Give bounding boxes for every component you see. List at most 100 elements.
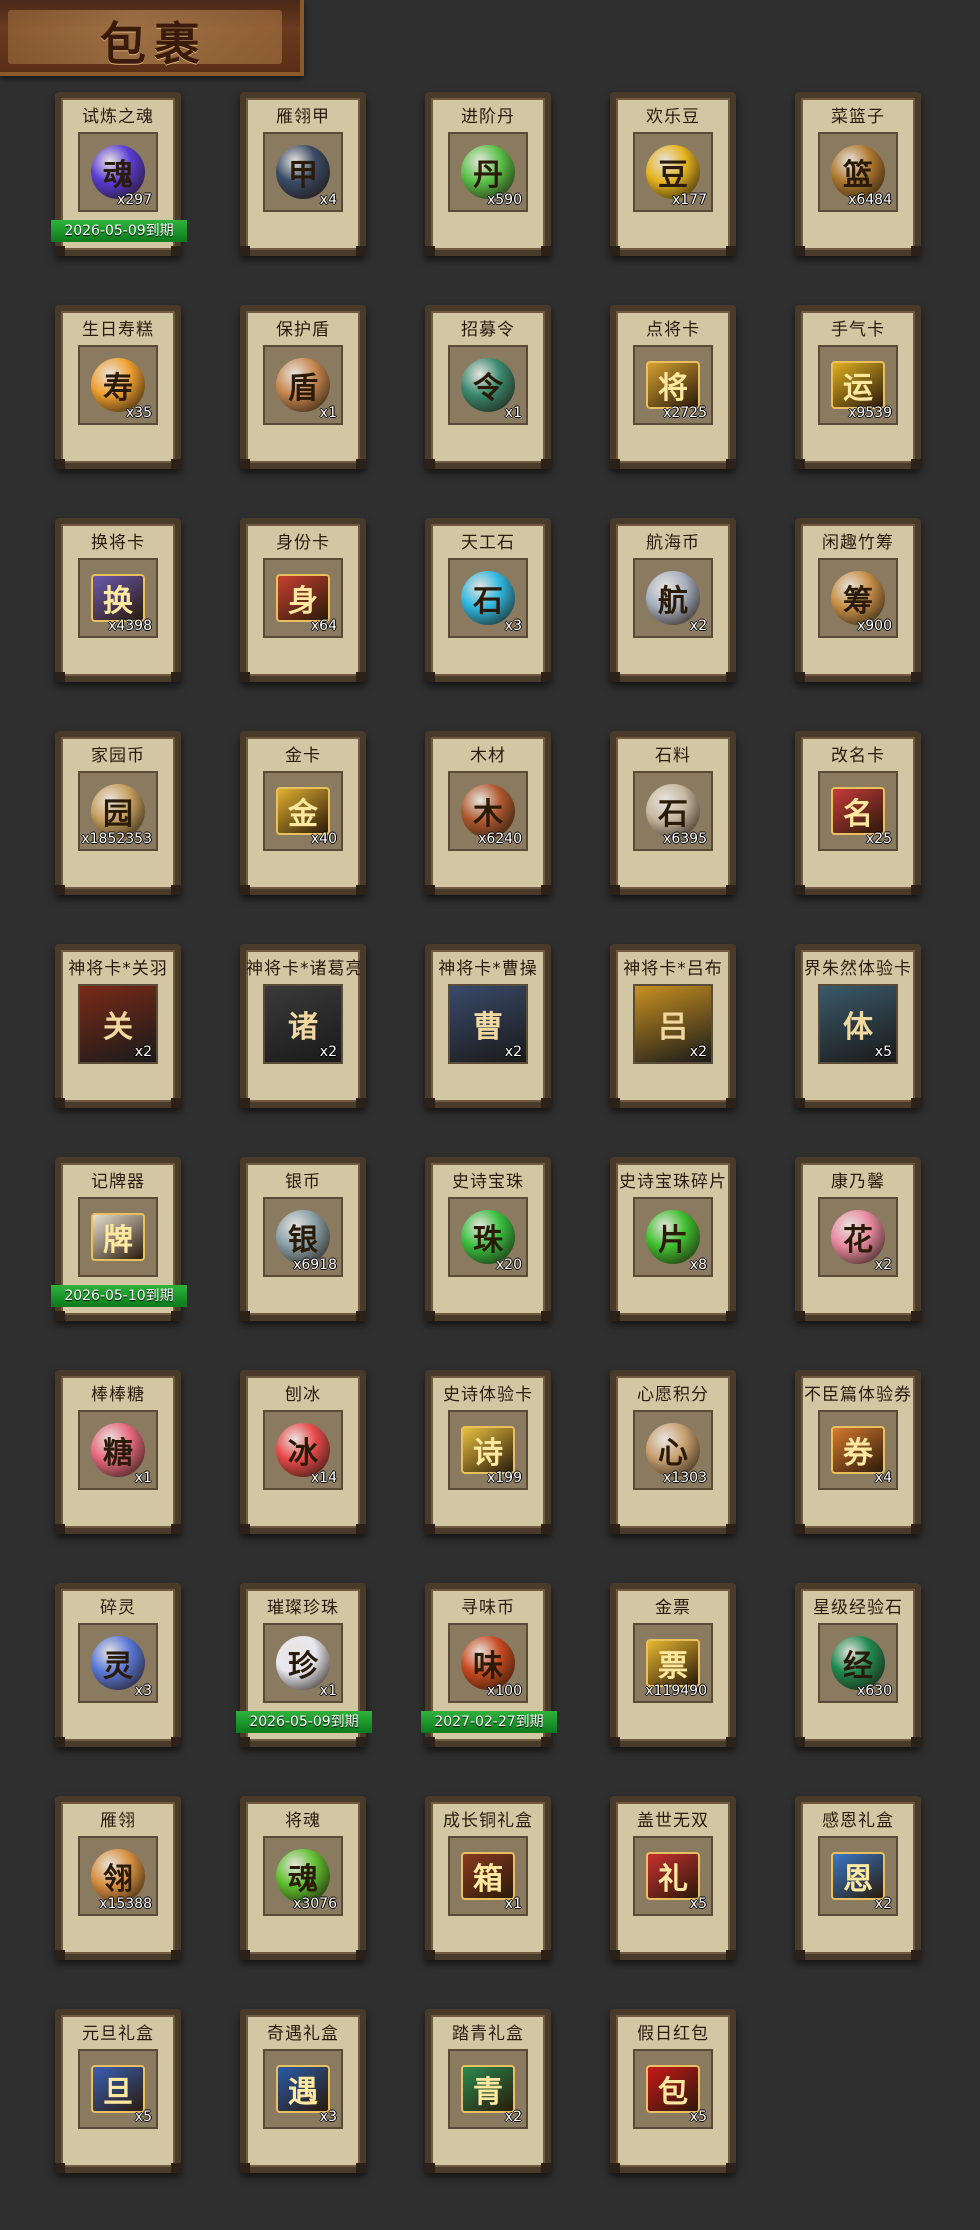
item-card[interactable]: 雁翎甲甲 x4 — [240, 92, 366, 256]
item-card[interactable]: 将魂魂 x3076 — [240, 1796, 366, 1960]
item-card[interactable]: 棒棒糖糖 x1 — [55, 1370, 181, 1534]
item-card[interactable]: 金卡金 x40 — [240, 731, 366, 895]
item-icon-slot: 魂 x3076 — [263, 1836, 343, 1916]
item-name: 假日红包 — [637, 2024, 709, 2044]
icon-shape: 石 — [646, 784, 700, 838]
icon-shape: 牌 — [91, 1213, 145, 1261]
item-card[interactable]: 盖世无双礼 x5 — [610, 1796, 736, 1960]
item-card[interactable]: 家园币园 x1852353 — [55, 731, 181, 895]
item-card[interactable]: 闲趣竹筹筹 x900 — [795, 518, 921, 682]
item-count: x119490 — [645, 1683, 707, 1699]
item-icon-slot: 灵 x3 — [78, 1623, 158, 1703]
item-card[interactable]: 碎灵灵 x3 — [55, 1583, 181, 1747]
item-card[interactable]: 璀璨珍珠珍 x1 2026-05-09到期 — [236, 1583, 372, 1747]
item-card[interactable]: 成长铜礼盒箱 x1 — [425, 1796, 551, 1960]
item-name: 家园币 — [91, 746, 145, 766]
icon-shape: 珍 — [276, 1636, 330, 1690]
icon-shape: 翎 — [91, 1849, 145, 1903]
item-card[interactable]: 界朱然体验卡体 x5 — [795, 944, 921, 1108]
icon-shape: 经 — [831, 1636, 885, 1690]
item-count: x1 — [319, 405, 337, 421]
item-card[interactable]: 银币银 x6918 — [240, 1157, 366, 1321]
item-name: 盖世无双 — [637, 1811, 709, 1831]
item-card[interactable]: 改名卡名 x25 — [795, 731, 921, 895]
icon-shape: 银 — [276, 1210, 330, 1264]
item-card[interactable]: 记牌器牌 2026-05-10到期 — [51, 1157, 187, 1321]
item-card[interactable]: 神将卡*关羽关 x2 — [55, 944, 181, 1108]
item-card[interactable]: 星级经验石经 x630 — [795, 1583, 921, 1747]
item-card[interactable]: 康乃馨花 x2 — [795, 1157, 921, 1321]
item-card[interactable]: 航海币航 x2 — [610, 518, 736, 682]
item-name: 木材 — [470, 746, 506, 766]
item-card[interactable]: 雁翎翎 x15388 — [55, 1796, 181, 1960]
item-icon-slot: 园 x1852353 — [78, 771, 158, 851]
item-card[interactable]: 天工石石 x3 — [425, 518, 551, 682]
icon-shape: 味 — [461, 1636, 515, 1690]
item-card[interactable]: 刨冰冰 x14 — [240, 1370, 366, 1534]
icon-shape: 遇 — [276, 2065, 330, 2113]
item-card[interactable]: 元旦礼盒旦 x5 — [55, 2009, 181, 2173]
item-card[interactable]: 金票票 x119490 — [610, 1583, 736, 1747]
item-card[interactable]: 史诗体验卡诗 x199 — [425, 1370, 551, 1534]
icon-shape: 心 — [646, 1423, 700, 1477]
item-count: x1852353 — [81, 831, 152, 847]
item-name: 史诗体验卡 — [443, 1385, 533, 1405]
item-card[interactable]: 进阶丹丹 x590 — [425, 92, 551, 256]
icon-shape: 礼 — [646, 1852, 700, 1900]
item-count: x2 — [874, 1257, 892, 1273]
item-card[interactable]: 保护盾盾 x1 — [240, 305, 366, 469]
item-card[interactable]: 招募令令 x1 — [425, 305, 551, 469]
item-count: x630 — [856, 1683, 892, 1699]
item-icon-slot: 身 x64 — [263, 558, 343, 638]
item-count: x2 — [134, 1044, 152, 1060]
item-name: 改名卡 — [831, 746, 885, 766]
icon-shape: 券 — [831, 1426, 885, 1474]
item-card[interactable]: 生日寿糕寿 x35 — [55, 305, 181, 469]
icon-shape: 筹 — [831, 571, 885, 625]
item-card[interactable]: 试炼之魂魂 x297 2026-05-09到期 — [51, 92, 187, 256]
item-name: 将魂 — [285, 1811, 321, 1831]
item-card[interactable]: 寻味币味 x100 2027-02-27到期 — [421, 1583, 557, 1747]
item-name: 康乃馨 — [831, 1172, 885, 1192]
item-icon-slot: 味 x100 — [448, 1623, 528, 1703]
item-card[interactable]: 神将卡*曹操曹 x2 — [425, 944, 551, 1108]
icon-shape: 丹 — [461, 145, 515, 199]
item-card[interactable]: 踏青礼盒青 x2 — [425, 2009, 551, 2173]
icon-shape: 箱 — [461, 1852, 515, 1900]
item-card[interactable]: 神将卡*诸葛亮诸 x2 — [240, 944, 366, 1108]
icon-shape: 令 — [461, 358, 515, 412]
item-card[interactable]: 木材木 x6240 — [425, 731, 551, 895]
item-card[interactable]: 不臣篇体验券券 x4 — [795, 1370, 921, 1534]
item-card[interactable]: 身份卡身 x64 — [240, 518, 366, 682]
item-card[interactable]: 点将卡将 x2725 — [610, 305, 736, 469]
item-name: 棒棒糖 — [91, 1385, 145, 1405]
item-card[interactable]: 感恩礼盒恩 x2 — [795, 1796, 921, 1960]
item-card[interactable]: 史诗宝珠珠 x20 — [425, 1157, 551, 1321]
item-name: 不臣篇体验券 — [804, 1385, 912, 1405]
item-card[interactable]: 神将卡*吕布吕 x2 — [610, 944, 736, 1108]
item-icon-slot: 礼 x5 — [633, 1836, 713, 1916]
item-card[interactable]: 手气卡运 x9539 — [795, 305, 921, 469]
item-card[interactable]: 欢乐豆豆 x177 — [610, 92, 736, 256]
item-count: x5 — [689, 2109, 707, 2125]
item-icon-slot: 甲 x4 — [263, 132, 343, 212]
item-icon-slot: 盾 x1 — [263, 345, 343, 425]
item-name: 心愿积分 — [637, 1385, 709, 1405]
item-name: 踏青礼盒 — [452, 2024, 524, 2044]
expiry-badge: 2026-05-09到期 — [236, 1711, 372, 1733]
item-card[interactable]: 菜篮子篮 x6484 — [795, 92, 921, 256]
item-count: x35 — [125, 405, 152, 421]
item-icon-slot: 篮 x6484 — [818, 132, 898, 212]
item-card[interactable]: 心愿积分心 x1303 — [610, 1370, 736, 1534]
item-count: x25 — [865, 831, 892, 847]
item-card[interactable]: 石料石 x6395 — [610, 731, 736, 895]
item-count: x2725 — [663, 405, 707, 421]
icon-shape: 换 — [91, 574, 145, 622]
item-name: 奇遇礼盒 — [267, 2024, 339, 2044]
item-name: 保护盾 — [276, 320, 330, 340]
item-count: x2 — [504, 2109, 522, 2125]
item-card[interactable]: 奇遇礼盒遇 x3 — [240, 2009, 366, 2173]
item-card[interactable]: 换将卡换 x4398 — [55, 518, 181, 682]
item-card[interactable]: 假日红包包 x5 — [610, 2009, 736, 2173]
item-card[interactable]: 史诗宝珠碎片片 x8 — [610, 1157, 736, 1321]
